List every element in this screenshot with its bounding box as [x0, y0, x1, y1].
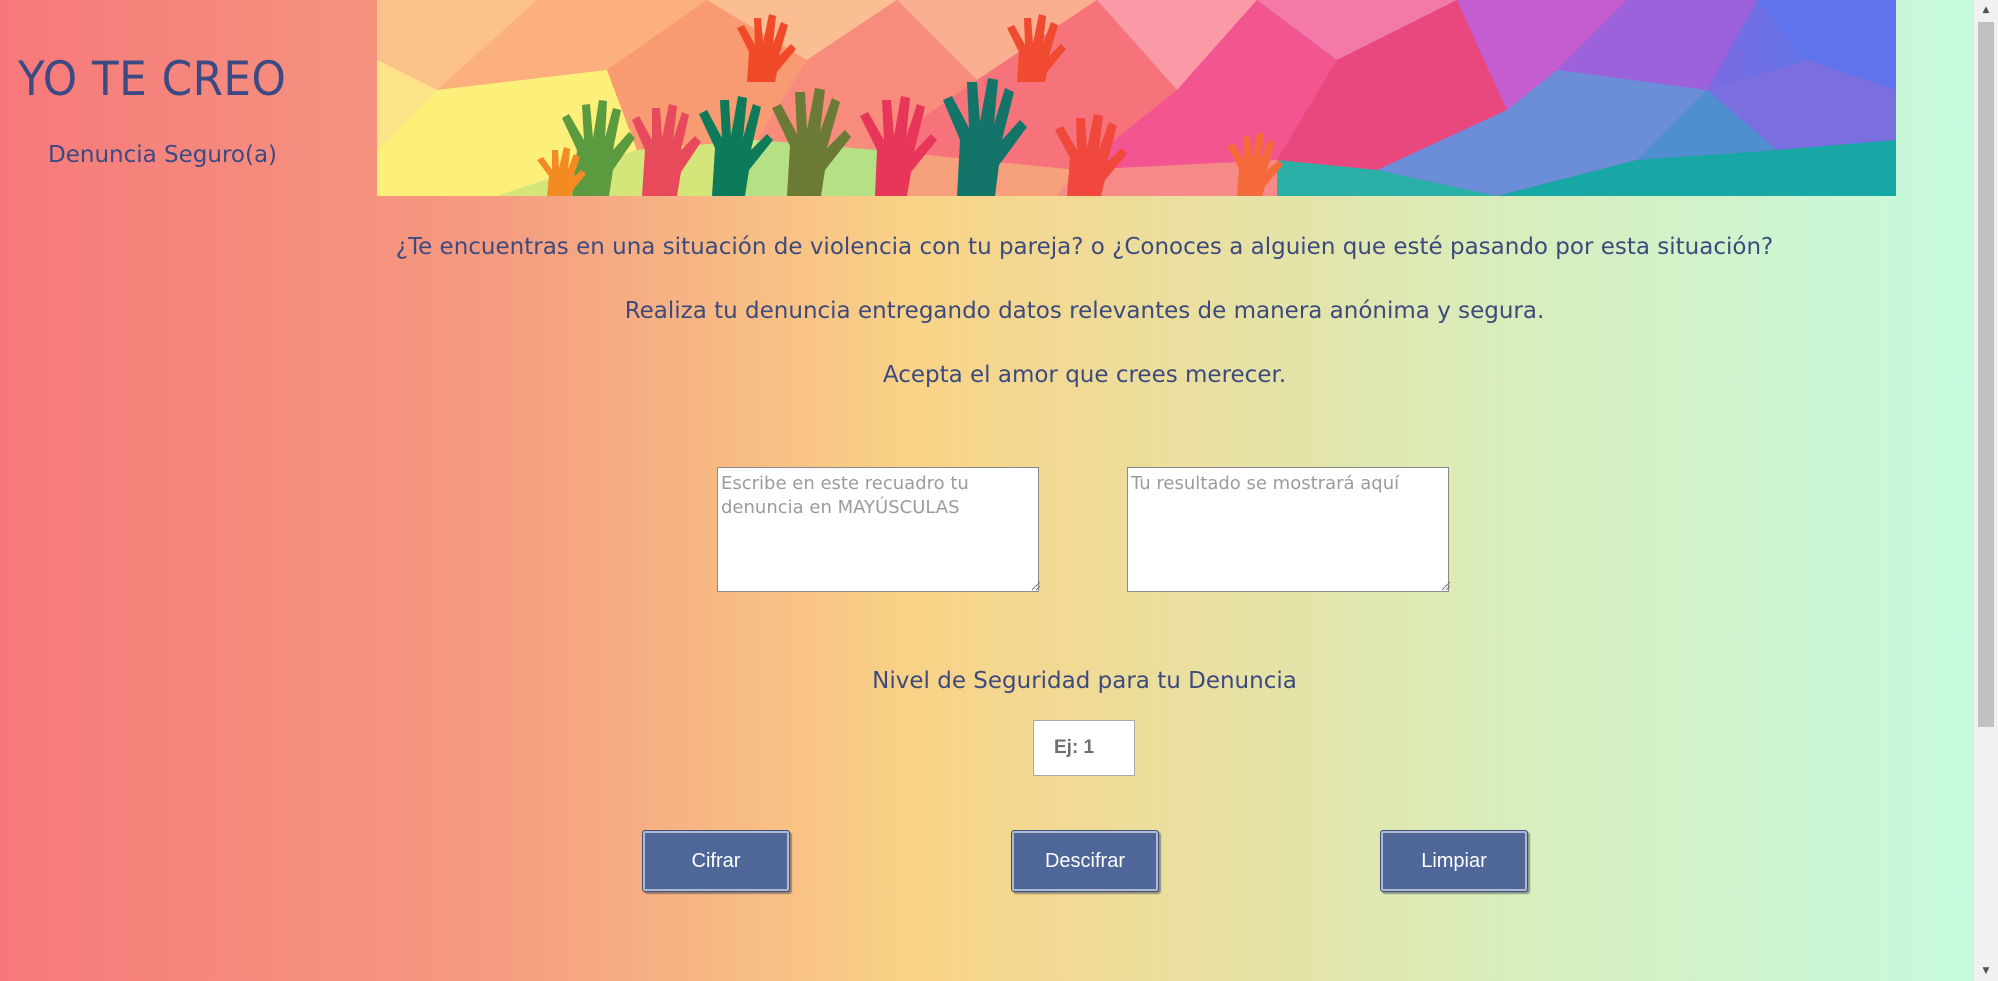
resize-grip-icon[interactable]: [1029, 579, 1041, 591]
brand-title: YO TE CREO: [18, 52, 287, 107]
intro-motto: Acepta el amor que crees merecer.: [882, 362, 1287, 388]
intro-instruction: Realiza tu denuncia entregando datos rel…: [624, 298, 1545, 324]
complaint-input-textarea[interactable]: [717, 467, 1039, 592]
banner-image: [377, 0, 1896, 196]
security-level-label: Nivel de Seguridad para tu Denuncia: [872, 668, 1297, 694]
clear-button[interactable]: Limpiar: [1380, 830, 1528, 892]
result-output-textarea[interactable]: [1127, 467, 1449, 592]
scroll-down-arrow-icon[interactable]: ▼: [1974, 961, 1998, 981]
vertical-scrollbar[interactable]: ▲ ▼: [1974, 0, 1998, 981]
intro-question: ¿Te encuentras en una situación de viole…: [395, 234, 1774, 260]
scroll-up-arrow-icon[interactable]: ▲: [1974, 0, 1998, 20]
brand-subtitle[interactable]: Denuncia Seguro(a): [48, 142, 277, 168]
encrypt-button[interactable]: Cifrar: [642, 830, 790, 892]
decrypt-button[interactable]: Descifrar: [1011, 830, 1159, 892]
security-level-input[interactable]: [1033, 720, 1135, 776]
resize-grip-icon[interactable]: [1439, 579, 1451, 591]
scrollbar-thumb[interactable]: [1978, 22, 1994, 727]
